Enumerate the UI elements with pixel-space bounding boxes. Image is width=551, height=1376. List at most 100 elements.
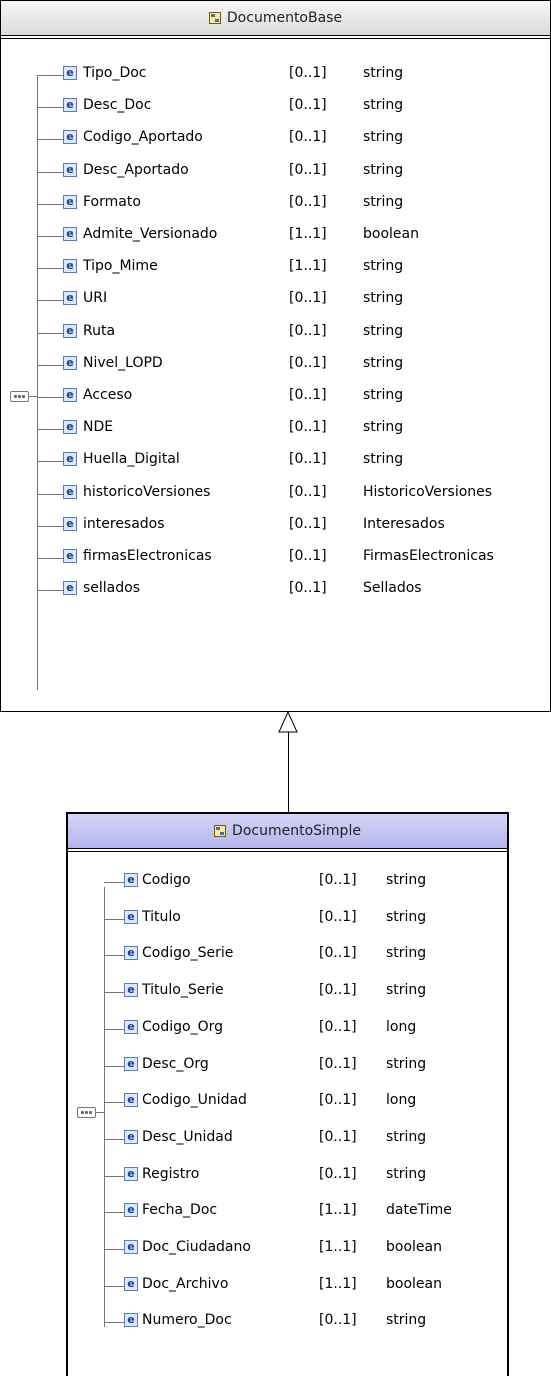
element-name: historicoVersiones xyxy=(83,483,211,500)
element-type: string xyxy=(386,1312,427,1329)
element-row[interactable]: e NDE [0..1] string xyxy=(1,415,550,443)
element-type: string xyxy=(363,322,404,339)
element-connector xyxy=(104,992,124,994)
element-row[interactable]: e firmasElectronicas [0..1] FirmasElectroni… xyxy=(1,544,550,572)
element-multiplicity: [0..1] xyxy=(289,65,327,81)
element-name: NDE xyxy=(83,419,114,436)
element-connector xyxy=(37,171,63,173)
element-name: Fecha_Doc xyxy=(142,1202,218,1219)
element-multiplicity: [0..1] xyxy=(319,1018,357,1035)
element-connector xyxy=(37,429,63,431)
element-row[interactable]: e Titulo_Serie [0..1] string xyxy=(68,978,507,1006)
element-row[interactable]: e interesados [0..1] Interesados xyxy=(1,512,550,540)
element-type: boolean xyxy=(386,1275,442,1292)
element-multiplicity: [0..1] xyxy=(319,872,357,888)
element-row[interactable]: e Desc_Unidad [0..1] string xyxy=(68,1125,507,1153)
element-name: Titulo xyxy=(142,908,181,925)
element-row[interactable]: e Formato [0..1] string xyxy=(1,190,550,218)
element-connector xyxy=(104,1249,124,1250)
element-row[interactable]: e historicoVersiones [0..1] HistoricoVersio… xyxy=(1,480,550,508)
element-icon: e xyxy=(124,1276,138,1291)
element-row[interactable]: e Admite_Versionado [1..1] boolean xyxy=(1,222,550,250)
element-icon: e xyxy=(63,388,77,402)
element-connector xyxy=(37,590,63,592)
element-name: Titulo_Serie xyxy=(142,982,224,999)
element-multiplicity: [0..1] xyxy=(289,515,327,532)
element-row[interactable]: e Desc_Org [0..1] string xyxy=(68,1052,507,1080)
element-row[interactable]: e Ruta [0..1] string xyxy=(1,319,550,347)
element-row[interactable]: e Desc_Doc [0..1] string xyxy=(1,93,550,121)
element-row[interactable]: e Codigo_Serie [0..1] string xyxy=(68,941,507,969)
element-row[interactable]: e Codigo_Unidad [0..1] long xyxy=(68,1088,507,1116)
element-connector xyxy=(104,1065,124,1067)
element-type: long xyxy=(386,1018,417,1035)
element-type: boolean xyxy=(386,1239,442,1255)
element-icon: e xyxy=(124,1129,138,1144)
element-row[interactable]: e Tipo_Mime [1..1] string xyxy=(1,254,550,282)
element-name: URI xyxy=(83,290,108,307)
element-row[interactable]: e Fecha_Doc [1..1] dateTime xyxy=(68,1198,507,1226)
element-connector xyxy=(37,236,63,237)
element-multiplicity: [1..1] xyxy=(319,1202,357,1219)
element-name: Tipo_Doc xyxy=(83,65,147,81)
element-icon: e xyxy=(124,1203,138,1218)
element-type: string xyxy=(363,97,404,114)
header-divider xyxy=(1,38,550,39)
element-multiplicity: [1..1] xyxy=(289,258,327,275)
element-row[interactable]: e Nivel_LOPD [0..1] string xyxy=(1,351,550,379)
element-row[interactable]: e Doc_Ciudadano [1..1] boolean xyxy=(68,1235,507,1263)
element-name: Ruta xyxy=(83,322,116,339)
element-row[interactable]: e Codigo_Aportado [0..1] string xyxy=(1,125,550,153)
element-connector xyxy=(104,955,124,957)
element-type: boolean xyxy=(363,226,419,242)
element-connector xyxy=(104,1138,124,1140)
element-row[interactable]: e Desc_Aportado [0..1] string xyxy=(1,158,550,186)
element-type: HistoricoVersiones xyxy=(363,483,493,500)
element-name: sellados xyxy=(83,580,141,597)
documento-simple-title: DocumentoSimple xyxy=(232,823,361,839)
element-icon: e xyxy=(63,227,77,241)
element-row[interactable]: e Huella_Digital [0..1] string xyxy=(1,447,550,475)
element-type: string xyxy=(363,354,404,371)
element-connector xyxy=(37,75,63,76)
element-row[interactable]: e Numero_Doc [0..1] string xyxy=(68,1308,507,1336)
documento-base-box[interactable]: DocumentoBase e Tipo_Doc [0..1] string e Desc… xyxy=(0,0,551,712)
element-name: Nivel_LOPD xyxy=(83,354,163,371)
element-row[interactable]: e Acceso [0..1] string xyxy=(1,383,550,411)
element-name: Codigo_Aportado xyxy=(83,129,203,146)
element-row[interactable]: e Codigo [0..1] string xyxy=(68,868,507,896)
element-type: dateTime xyxy=(386,1202,452,1219)
element-icon: e xyxy=(63,130,77,145)
element-name: Codigo xyxy=(142,872,191,888)
element-row[interactable]: e Doc_Archivo [1..1] boolean xyxy=(68,1272,507,1300)
element-multiplicity: [0..1] xyxy=(319,982,357,999)
element-connector xyxy=(104,1285,124,1287)
element-type: string xyxy=(363,161,404,178)
element-type: string xyxy=(363,419,404,436)
element-name: Desc_Org xyxy=(142,1055,209,1072)
element-icon: e xyxy=(63,291,77,306)
element-icon: e xyxy=(63,98,77,113)
element-row[interactable]: e Codigo_Org [0..1] long xyxy=(68,1015,507,1043)
element-multiplicity: [0..1] xyxy=(289,451,327,468)
element-connector xyxy=(104,1102,124,1104)
element-row[interactable]: e Tipo_Doc [0..1] string xyxy=(1,61,550,89)
element-type: string xyxy=(363,451,404,468)
element-type: string xyxy=(386,1055,427,1072)
documento-simple-header[interactable]: DocumentoSimple xyxy=(68,814,507,848)
element-multiplicity: [1..1] xyxy=(289,226,327,242)
element-multiplicity: [0..1] xyxy=(289,548,327,564)
element-name: Codigo_Org xyxy=(142,1018,223,1035)
element-row[interactable]: e Registro [0..1] string xyxy=(68,1162,507,1190)
element-connector xyxy=(104,1212,124,1214)
element-connector xyxy=(104,882,124,883)
element-connector xyxy=(104,1322,124,1324)
documento-base-header[interactable]: DocumentoBase xyxy=(1,1,550,35)
complex-type-icon xyxy=(208,12,221,24)
element-connector xyxy=(37,493,63,495)
element-row[interactable]: e Titulo [0..1] string xyxy=(68,905,507,933)
element-name: firmasElectronicas xyxy=(83,548,212,564)
documento-simple-box[interactable]: DocumentoSimple e Codigo [0..1] string e Titu… xyxy=(66,812,509,1376)
element-row[interactable]: e sellados [0..1] Sellados xyxy=(1,576,550,604)
element-row[interactable]: e URI [0..1] string xyxy=(1,286,550,314)
